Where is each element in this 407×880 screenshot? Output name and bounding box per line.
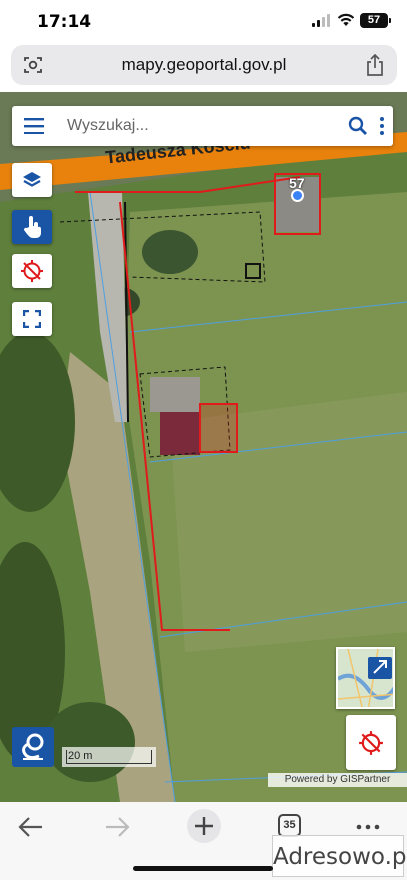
more-dots-icon[interactable] <box>356 824 380 830</box>
phone-screen: 17:14 57 mapy.geoportal.gov.pl Tadeusza … <box>0 0 407 880</box>
geoportal-logo-button[interactable] <box>12 727 54 767</box>
cellular-signal-icon <box>312 14 330 27</box>
new-tab-icon[interactable] <box>186 808 222 844</box>
forward-arrow-icon[interactable] <box>104 814 130 840</box>
map-search-bar[interactable]: Wyszukaj... <box>12 106 393 146</box>
overview-map-thumbnail <box>338 649 393 707</box>
search-input[interactable]: Wyszukaj... <box>67 117 149 135</box>
tabs-button[interactable]: 35 <box>278 814 301 837</box>
battery-tip <box>389 18 391 23</box>
status-time: 17:14 <box>37 12 92 32</box>
kebab-icon[interactable] <box>379 116 385 136</box>
url-text: mapy.geoportal.gov.pl <box>121 55 287 74</box>
map-scale-bar: 20 m <box>62 747 156 767</box>
locate-button[interactable] <box>12 254 52 288</box>
address-bar[interactable]: mapy.geoportal.gov.pl <box>11 45 397 85</box>
menu-icon[interactable] <box>24 118 44 134</box>
scale-label: 20 m <box>68 750 93 762</box>
back-arrow-icon[interactable] <box>18 814 44 840</box>
fullscreen-button[interactable] <box>12 302 52 336</box>
layers-button[interactable] <box>12 163 52 197</box>
identify-button[interactable] <box>12 210 52 244</box>
battery-indicator: 57 <box>360 13 388 28</box>
map-credit[interactable]: Powered by GISPartner <box>268 773 407 787</box>
fullscreen-icon <box>23 310 41 328</box>
overview-map-button[interactable] <box>336 647 395 709</box>
location-marker[interactable] <box>291 189 304 202</box>
home-indicator[interactable] <box>133 866 273 871</box>
share-icon[interactable] <box>366 54 384 76</box>
locate-off-icon <box>21 260 43 282</box>
search-icon[interactable] <box>348 116 368 136</box>
wifi-icon <box>337 13 355 26</box>
locate-off-icon <box>359 730 383 755</box>
watermark: Adresowo.pl <box>272 835 407 877</box>
locate-secondary-button[interactable] <box>346 715 396 770</box>
status-bar: 17:14 57 <box>0 0 407 44</box>
hand-pointer-icon <box>23 216 42 238</box>
geoportal-logo-icon <box>22 733 44 760</box>
layers-icon <box>23 172 41 187</box>
